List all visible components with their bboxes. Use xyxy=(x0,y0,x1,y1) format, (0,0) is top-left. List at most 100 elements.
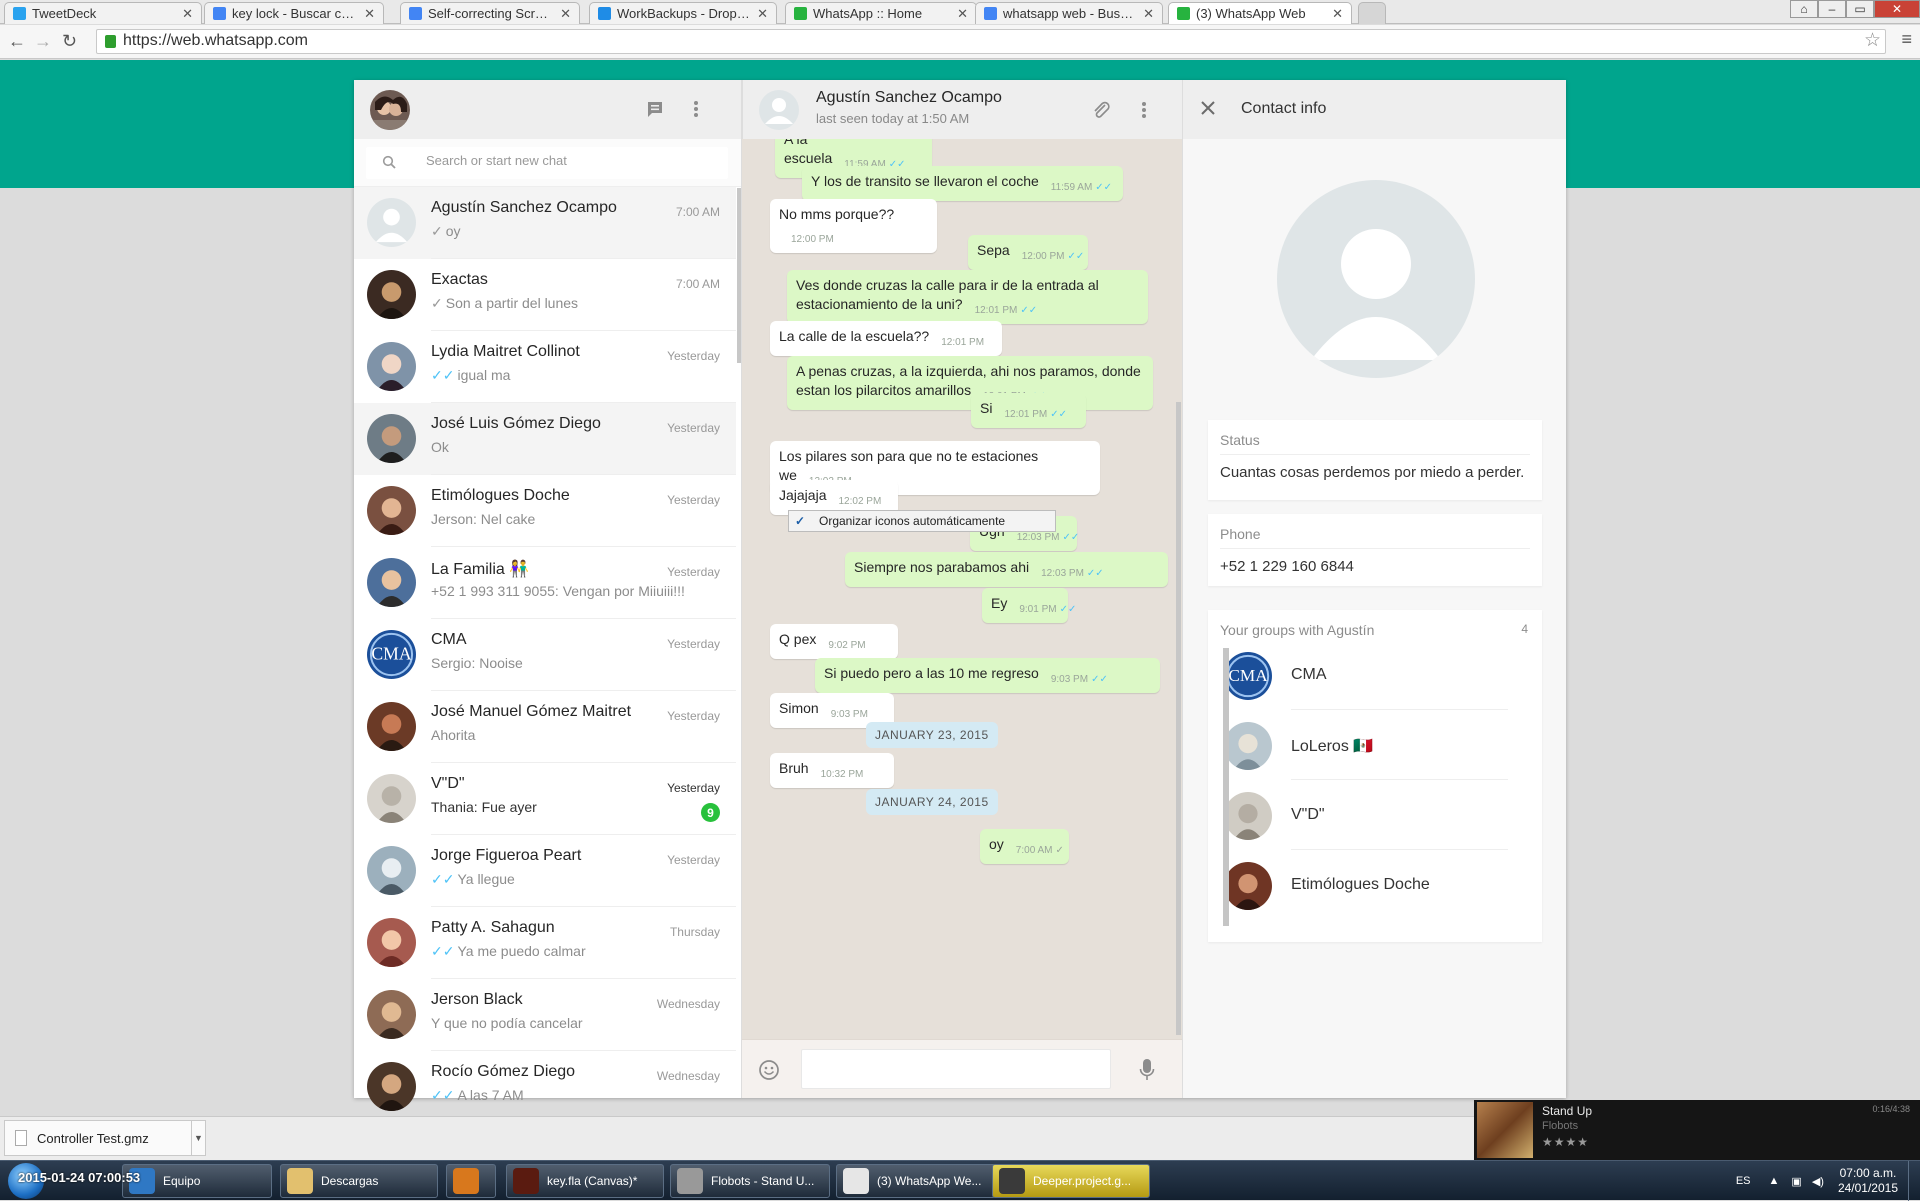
context-menu-item[interactable]: ✓ Organizar iconos automáticamente xyxy=(788,510,1056,532)
chat-list-item[interactable]: Patty A. Sahagun Thursday ✓✓ Ya me puedo ca… xyxy=(354,907,736,979)
forward-icon[interactable]: → xyxy=(34,31,52,52)
search-input[interactable] xyxy=(426,153,706,168)
tab-close-icon[interactable]: ✕ xyxy=(364,6,375,22)
address-bar[interactable]: https://web.whatsapp.com ☆ xyxy=(96,29,1886,54)
chat-avatar[interactable] xyxy=(367,1062,416,1111)
taskbar-button[interactable]: Descargas xyxy=(280,1164,438,1198)
chat-list-item[interactable]: Lydia Maitret Collinot Yesterday ✓✓ igual m… xyxy=(354,331,736,403)
contact-avatar[interactable] xyxy=(759,90,799,130)
chat-list-item[interactable]: La Familia 👫 Yesterday +52 1 993 311 9055:… xyxy=(354,547,736,619)
tab-close-icon[interactable]: ✕ xyxy=(1332,6,1343,22)
chat-avatar[interactable] xyxy=(367,774,416,823)
group-item[interactable]: Etimólogues Doche xyxy=(1208,850,1508,920)
outgoing-message[interactable]: Ey 9:01 PM ✓✓ xyxy=(982,588,1076,623)
my-avatar[interactable] xyxy=(370,90,410,130)
chat-avatar[interactable]: CMA xyxy=(367,630,416,679)
close-window-button[interactable]: ✕ xyxy=(1874,0,1920,18)
browser-tab[interactable]: WhatsApp :: Home ✕ xyxy=(785,2,977,24)
media-player-widget[interactable]: Stand Up Flobots ★★★★ 0:16/4:38 xyxy=(1474,1100,1920,1160)
browser-tab[interactable]: Self-correcting Screen Sha ✕ xyxy=(400,2,580,24)
conversation-menu-icon[interactable] xyxy=(1141,100,1147,120)
taskbar-button[interactable]: key.fla (Canvas)* xyxy=(506,1164,664,1198)
network-icon[interactable]: ▣ xyxy=(1791,1175,1801,1188)
outgoing-message[interactable]: Y los de transito se llevaron el coche 11… xyxy=(802,166,1123,201)
back-icon[interactable]: ← xyxy=(8,31,26,52)
chat-avatar[interactable] xyxy=(367,486,416,535)
chat-list-item[interactable]: CMA CMA Yesterday Sergio: Nooise xyxy=(354,619,736,691)
chat-list-item[interactable]: José Manuel Gómez Maitret Yesterday Ahorit… xyxy=(354,691,736,763)
chat-avatar[interactable] xyxy=(367,846,416,895)
chat-list-item[interactable]: Rocío Gómez Diego Wednesday ✓✓ A las 7 AM xyxy=(354,1051,736,1123)
outgoing-message[interactable]: Sepa 12:00 PM ✓✓ xyxy=(968,235,1088,270)
outgoing-message[interactable]: Ves donde cruzas la calle para ir de la … xyxy=(787,270,1148,324)
menu-icon[interactable] xyxy=(693,99,699,119)
song-rating[interactable]: ★★★★ xyxy=(1542,1135,1589,1149)
close-icon[interactable] xyxy=(1200,100,1216,116)
messages-scrollbar[interactable] xyxy=(1176,402,1181,1035)
show-desktop-button[interactable] xyxy=(1908,1161,1920,1201)
taskbar-button[interactable]: (3) WhatsApp We... xyxy=(836,1164,996,1198)
chat-list-scrollbar[interactable] xyxy=(737,188,741,363)
group-item[interactable]: V"D" xyxy=(1208,780,1508,850)
taskbar-button[interactable]: Flobots - Stand U... xyxy=(670,1164,830,1198)
chat-avatar[interactable] xyxy=(367,702,416,751)
chat-list-item[interactable]: Exactas 7:00 AM ✓ Son a partir del lunes xyxy=(354,259,736,331)
chat-list-item[interactable]: V"D" Yesterday Thania: Fue ayer 9 xyxy=(354,763,736,835)
attach-icon[interactable] xyxy=(1091,100,1111,120)
chat-avatar[interactable] xyxy=(367,918,416,967)
clock[interactable]: 07:00 a.m. 24/01/2015 xyxy=(1838,1166,1898,1196)
window-user-icon[interactable]: ⌂ xyxy=(1790,0,1818,18)
emoji-icon[interactable] xyxy=(758,1059,780,1081)
browser-tab[interactable]: WorkBackups - Dropbox ✕ xyxy=(589,2,777,24)
language-indicator[interactable]: ES xyxy=(1736,1175,1751,1187)
outgoing-message[interactable]: Si puedo pero a las 10 me regreso 9:03 PM… xyxy=(815,658,1160,693)
incoming-message[interactable]: Bruh 10:32 PM xyxy=(770,753,894,788)
incoming-message[interactable]: No mms porque?? 12:00 PM xyxy=(770,199,937,253)
microphone-icon[interactable] xyxy=(1139,1058,1155,1082)
browser-tab[interactable]: TweetDeck ✕ xyxy=(4,2,202,24)
tab-close-icon[interactable]: ✕ xyxy=(757,6,768,22)
volume-icon[interactable]: ◀) xyxy=(1812,1175,1824,1188)
taskbar-button[interactable] xyxy=(446,1164,496,1198)
tab-close-icon[interactable]: ✕ xyxy=(957,6,968,22)
new-chat-icon[interactable] xyxy=(645,99,665,119)
chat-avatar[interactable] xyxy=(367,414,416,463)
maximize-button[interactable]: ▭ xyxy=(1846,0,1874,18)
tab-close-icon[interactable]: ✕ xyxy=(560,6,571,22)
download-item[interactable]: Controller Test.gmz ▼ xyxy=(4,1120,206,1156)
reload-icon[interactable]: ↻ xyxy=(62,31,77,52)
chevron-down-icon[interactable]: ▼ xyxy=(191,1121,205,1155)
chat-avatar[interactable] xyxy=(367,990,416,1039)
chat-list-item[interactable]: Etimólogues Doche Yesterday Jerson: Nel ca… xyxy=(354,475,736,547)
bookmark-star-icon[interactable]: ☆ xyxy=(1864,29,1881,52)
outgoing-message[interactable]: oy 7:00 AM ✓ xyxy=(980,829,1069,864)
groups-scrollbar[interactable] xyxy=(1223,648,1229,926)
outgoing-message[interactable]: Siempre nos parabamos ahi 12:03 PM ✓✓ xyxy=(845,552,1168,587)
tab-close-icon[interactable]: ✕ xyxy=(182,6,193,22)
phone-value[interactable]: +52 1 229 160 6844 xyxy=(1220,558,1354,575)
conversation-header[interactable]: Agustín Sanchez Ocampo last seen today a… xyxy=(742,80,1182,139)
browser-tab[interactable]: whatsapp web - Buscar con ✕ xyxy=(975,2,1163,24)
chat-list-item[interactable]: Agustín Sanchez Ocampo 7:00 AM ✓ oy xyxy=(354,187,736,259)
group-item[interactable]: LoLeros 🇲🇽 xyxy=(1208,710,1508,780)
tab-close-icon[interactable]: ✕ xyxy=(1143,6,1154,22)
chat-list-item[interactable]: José Luis Gómez Diego Yesterday Ok xyxy=(354,403,736,475)
message-input[interactable] xyxy=(801,1049,1111,1089)
incoming-message[interactable]: La calle de la escuela?? 12:01 PM xyxy=(770,321,1002,356)
outgoing-message[interactable]: A penas cruzas, a la izquierda, ahi nos … xyxy=(787,356,1153,410)
incoming-message[interactable]: Q pex 9:02 PM xyxy=(770,624,898,659)
chat-avatar[interactable] xyxy=(367,342,416,391)
contact-photo[interactable] xyxy=(1277,180,1475,378)
browser-menu-icon[interactable]: ≡ xyxy=(1901,29,1912,50)
taskbar-button[interactable]: Deeper.project.g... xyxy=(992,1164,1150,1198)
chat-list-item[interactable]: Jerson Black Wednesday Y que no podía canc… xyxy=(354,979,736,1051)
minimize-button[interactable]: – xyxy=(1818,0,1846,18)
chat-avatar[interactable] xyxy=(367,558,416,607)
chat-avatar[interactable] xyxy=(367,270,416,319)
browser-tab[interactable]: key lock - Buscar con Google ✕ xyxy=(204,2,384,24)
taskbar-button[interactable]: Equipo xyxy=(122,1164,272,1198)
chat-list-item[interactable]: Jorge Figueroa Peart Yesterday ✓✓ Ya llegue xyxy=(354,835,736,907)
browser-tab[interactable]: (3) WhatsApp Web ✕ xyxy=(1168,2,1352,24)
new-tab-button[interactable] xyxy=(1358,2,1386,24)
outgoing-message[interactable]: Si 12:01 PM ✓✓ xyxy=(971,393,1086,428)
